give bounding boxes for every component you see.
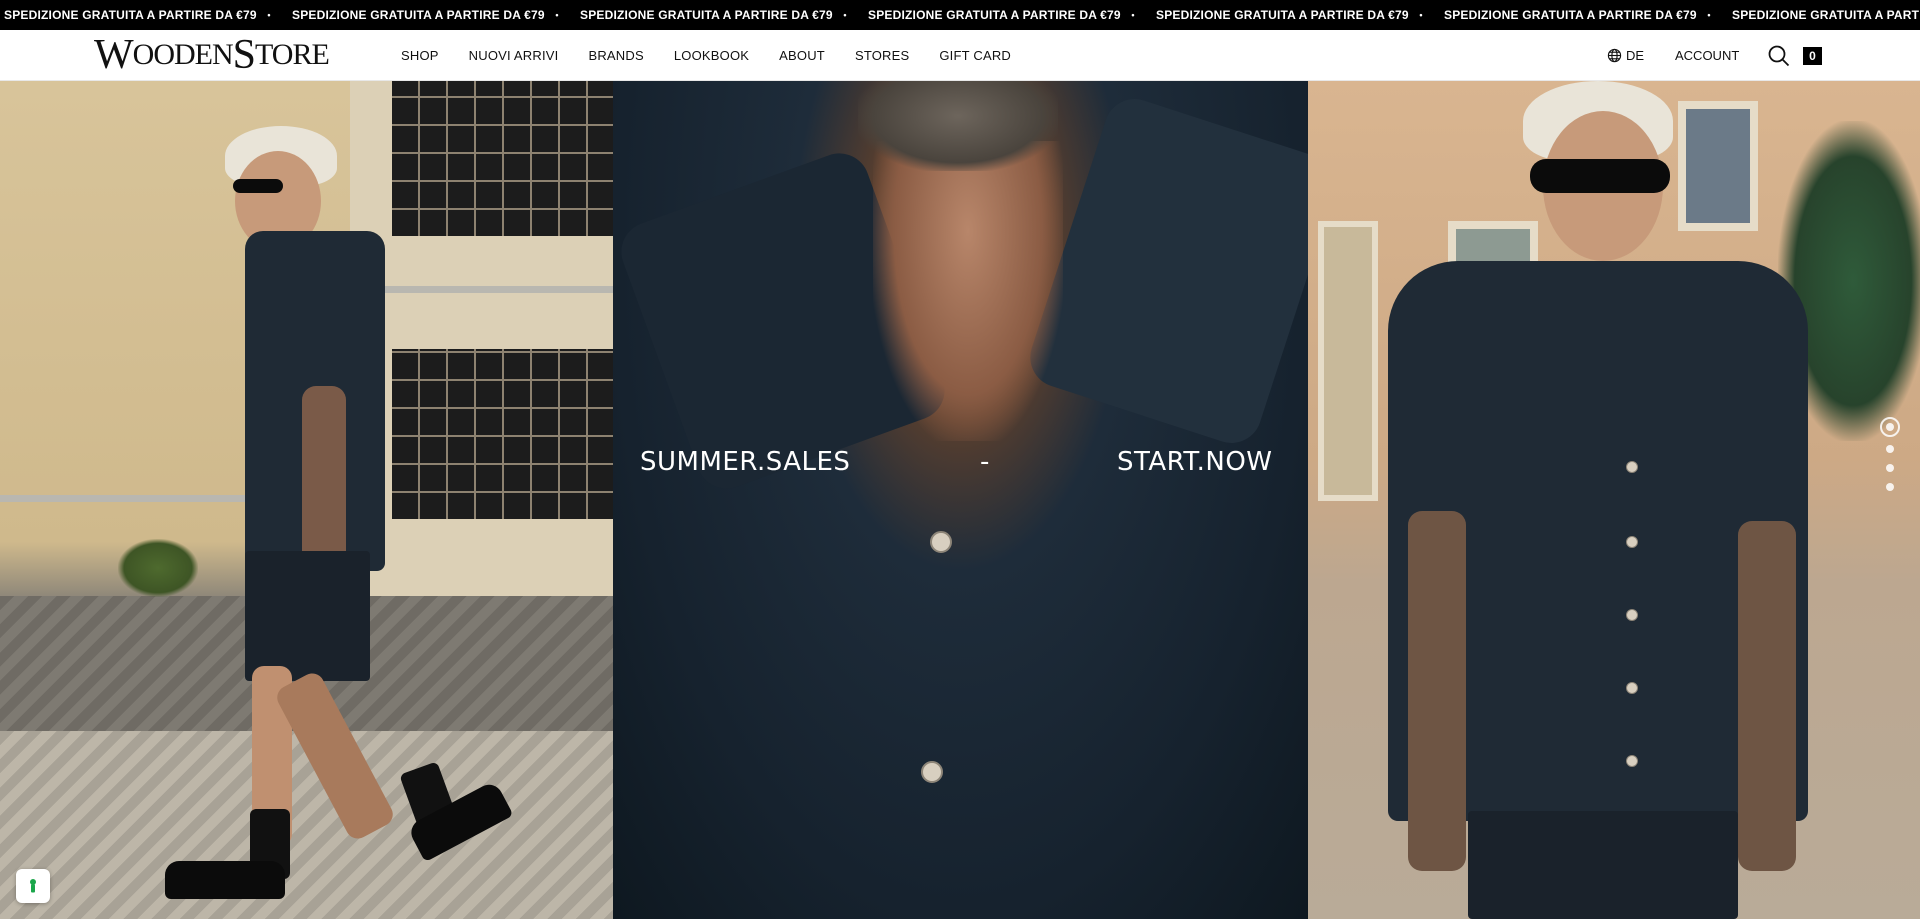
wall-pipe bbox=[0, 495, 270, 502]
shirt-button bbox=[1626, 609, 1638, 621]
sunglasses bbox=[1530, 159, 1670, 193]
arm-tattooed bbox=[1738, 521, 1796, 871]
building-window bbox=[1678, 101, 1758, 231]
shirt-button bbox=[1626, 682, 1638, 694]
slider-dot-2[interactable] bbox=[1886, 445, 1894, 453]
cart-count: 0 bbox=[1809, 49, 1816, 63]
cart-button[interactable]: 0 bbox=[1803, 47, 1822, 65]
cookie-icon bbox=[30, 879, 36, 893]
hero-headline-left: SUMMER.SALES bbox=[640, 447, 851, 477]
account-link[interactable]: ACCOUNT bbox=[1675, 30, 1739, 81]
nav-item-lookbook[interactable]: LOOKBOOK bbox=[674, 48, 749, 63]
logo-text-tore: TORE bbox=[255, 38, 330, 71]
shorts bbox=[1468, 811, 1738, 919]
barred-window bbox=[392, 81, 613, 236]
nav-item-new-arrivals[interactable]: NUOVI ARRIVI bbox=[469, 48, 559, 63]
logo-initial-w: W bbox=[94, 32, 134, 78]
neck bbox=[873, 141, 1063, 441]
language-selector[interactable]: DE bbox=[1607, 30, 1644, 81]
nav-item-shop[interactable]: SHOP bbox=[401, 48, 439, 63]
separator-dot: • bbox=[1131, 10, 1135, 20]
arm-tattooed bbox=[1408, 511, 1466, 871]
announcement-text: SPEDIZIONE GRATUITA A PARTIRE DA €79 bbox=[580, 8, 833, 22]
main-nav: SHOP NUOVI ARRIVI BRANDS LOOKBOOK ABOUT … bbox=[401, 30, 1041, 81]
separator-dot: • bbox=[1707, 10, 1711, 20]
hero-image-left bbox=[0, 81, 613, 919]
announcement-text: SPEDIZIONE GRATUITA A PARTIRE DA €79 bbox=[4, 8, 257, 22]
announcement-item: SPEDIZIONE GRATUITA A PARTIRE DA €79 • bbox=[292, 8, 580, 22]
nav-item-gift-card[interactable]: GIFT CARD bbox=[939, 48, 1011, 63]
search-icon bbox=[1768, 45, 1790, 67]
beard bbox=[858, 81, 1058, 171]
announcement-item: SPEDIZIONE GRATUITA A PARTIRE DA €79 bbox=[1732, 8, 1920, 22]
hero-headline-separator: - bbox=[980, 447, 990, 477]
announcement-item: SPEDIZIONE GRATUITA A PARTIRE DA €79 • bbox=[1444, 8, 1732, 22]
announcement-bar: SPEDIZIONE GRATUITA A PARTIRE DA €79 • SP… bbox=[0, 0, 1920, 30]
nav-item-about[interactable]: ABOUT bbox=[779, 48, 825, 63]
slider-dot-1[interactable] bbox=[1880, 417, 1900, 437]
separator-dot: • bbox=[1419, 10, 1423, 20]
announcement-text: SPEDIZIONE GRATUITA A PARTIRE DA €79 bbox=[868, 8, 1121, 22]
nav-item-stores[interactable]: STORES bbox=[855, 48, 909, 63]
search-button[interactable] bbox=[1767, 44, 1791, 68]
site-header: W OODEN S TORE SHOP NUOVI ARRIVI BRANDS LOO… bbox=[0, 30, 1920, 81]
announcement-text: SPEDIZIONE GRATUITA A PARTIRE DA €79 bbox=[292, 8, 545, 22]
wall-pipe bbox=[364, 286, 613, 293]
separator-dot: • bbox=[267, 10, 271, 20]
door bbox=[1318, 221, 1378, 501]
shirt-button bbox=[930, 531, 952, 553]
logo[interactable]: W OODEN S TORE bbox=[94, 32, 330, 78]
shirt-collar bbox=[1022, 91, 1308, 451]
slider-pagination bbox=[1880, 417, 1900, 502]
nav-item-brands[interactable]: BRANDS bbox=[588, 48, 643, 63]
hero-slider: SUMMER.SALES - START.NOW bbox=[0, 81, 1920, 919]
announcement-item: SPEDIZIONE GRATUITA A PARTIRE DA €79 • bbox=[868, 8, 1156, 22]
globe-icon bbox=[1607, 48, 1622, 63]
logo-text-ooden: OODEN bbox=[132, 38, 234, 71]
announcement-item: SPEDIZIONE GRATUITA A PARTIRE DA €79 • bbox=[580, 8, 868, 22]
announcement-item: SPEDIZIONE GRATUITA A PARTIRE DA €79 • bbox=[1156, 8, 1444, 22]
separator-dot: • bbox=[555, 10, 559, 20]
announcement-text: SPEDIZIONE GRATUITA A PARTIRE DA €79 bbox=[1156, 8, 1409, 22]
slider-dot-4[interactable] bbox=[1886, 483, 1894, 491]
announcement-item: SPEDIZIONE GRATUITA A PARTIRE DA €79 • bbox=[4, 8, 292, 22]
announcement-text: SPEDIZIONE GRATUITA A PARTIRE DA €79 bbox=[1444, 8, 1697, 22]
cookie-consent-button[interactable] bbox=[16, 869, 50, 903]
hero-image-right bbox=[1308, 81, 1920, 919]
announcement-track: SPEDIZIONE GRATUITA A PARTIRE DA €79 • SP… bbox=[4, 0, 1920, 30]
separator-dot: • bbox=[843, 10, 847, 20]
barred-window bbox=[392, 349, 613, 519]
shorts bbox=[245, 551, 370, 681]
shoe bbox=[165, 861, 285, 899]
shirt-button bbox=[921, 761, 943, 783]
plant bbox=[118, 539, 198, 597]
sunglasses bbox=[233, 179, 283, 193]
language-label: DE bbox=[1626, 48, 1645, 63]
shirt-button bbox=[1626, 461, 1638, 473]
logo-initial-s: S bbox=[232, 32, 256, 78]
shirt-button bbox=[1626, 536, 1638, 548]
pavement bbox=[0, 731, 613, 919]
slider-dot-3[interactable] bbox=[1886, 464, 1894, 472]
hero-headline-right: START.NOW bbox=[1117, 447, 1273, 477]
announcement-text: SPEDIZIONE GRATUITA A PARTIRE DA €79 bbox=[1732, 8, 1920, 22]
hero-image-center bbox=[613, 81, 1308, 919]
shirt-button bbox=[1626, 755, 1638, 767]
